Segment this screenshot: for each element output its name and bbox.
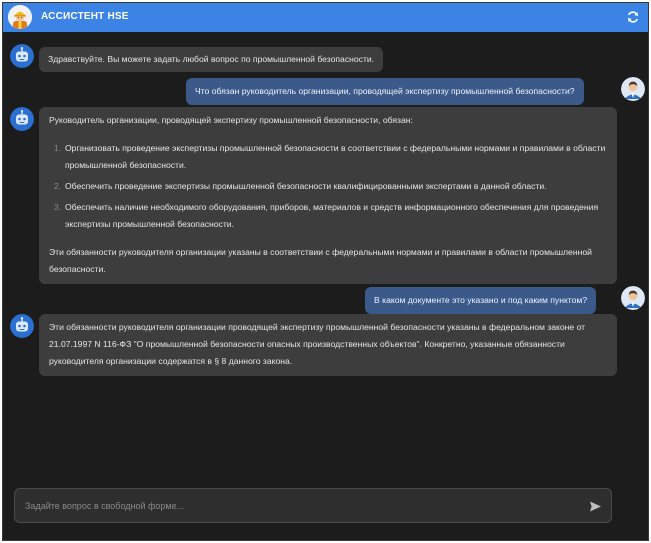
answer-intro: Руководитель организации, проводящей экс… [49, 115, 413, 125]
app-title: АССИСТЕНТ HSE [41, 11, 129, 22]
header-bar: АССИСТЕНТ HSE [3, 3, 648, 32]
message-text: Эти обязанности руководителя организации… [49, 322, 586, 366]
list-item: 1. Организовать проведение экспертизы пр… [49, 140, 607, 174]
worker-helmet-icon [8, 5, 32, 29]
user-avatar-icon [621, 286, 645, 310]
list-item-text: Организовать проведение экспертизы промы… [65, 143, 606, 170]
refresh-icon[interactable] [626, 10, 640, 24]
chat-input[interactable] [25, 498, 565, 514]
message-text: В каком документе это указано и под каки… [374, 295, 588, 305]
message-text: Здравствуйте. Вы можете задать любой воп… [48, 54, 375, 64]
list-item: 3. Обеспечить наличие необходимого обору… [49, 199, 607, 233]
user-message: В каком документе это указано и под каки… [365, 287, 597, 314]
bot-icon [10, 44, 34, 68]
bot-icon [10, 107, 34, 131]
chat-input-box [14, 488, 612, 523]
bot-message: Здравствуйте. Вы можете задать любой воп… [39, 47, 384, 72]
list-item-number: 2. [54, 181, 62, 191]
answer-outro: Эти обязанности руководителя организации… [49, 247, 592, 274]
user-avatar-icon [621, 77, 645, 101]
bot-message: Руководитель организации, проводящей экс… [39, 107, 617, 284]
list-item-number: 1. [54, 143, 62, 153]
bot-message: Эти обязанности руководителя организации… [39, 314, 617, 376]
message-text: Что обязан руководитель организации, про… [195, 86, 575, 96]
bot-icon [10, 314, 34, 338]
send-icon[interactable] [589, 500, 602, 513]
list-item-text: Обеспечить проведение экспертизы промышл… [65, 181, 547, 191]
answer-list: 1. Организовать проведение экспертизы пр… [49, 140, 607, 233]
list-item-number: 3. [54, 202, 62, 212]
user-message: Что обязан руководитель организации, про… [186, 78, 584, 105]
chat-window: АССИСТЕНТ HSE Здравствуйте. Вы можете за… [2, 2, 649, 541]
list-item-text: Обеспечить наличие необходимого оборудов… [65, 202, 599, 229]
list-item: 2. Обеспечить проведение экспертизы пром… [49, 178, 607, 195]
